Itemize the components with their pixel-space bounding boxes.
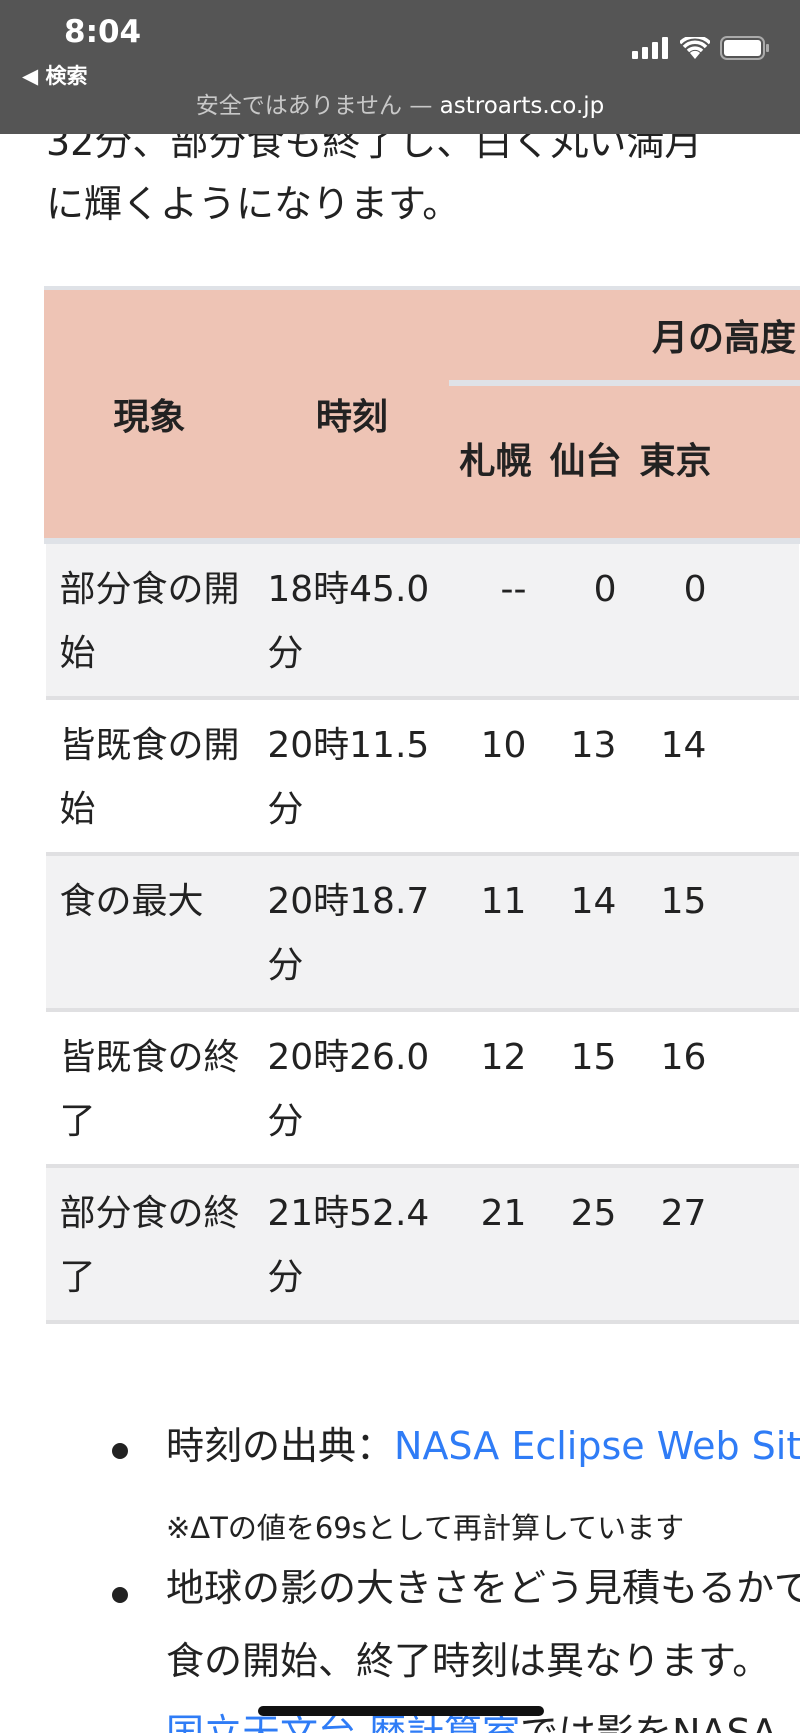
battery-icon (720, 36, 769, 60)
list-item-shadow-line1: 地球の影の大きさをどう見積もるかで (166, 1566, 800, 1610)
cell-more (720, 698, 798, 854)
cell-altitude: 25 (540, 1166, 631, 1322)
cell-altitude: 14 (540, 854, 631, 1010)
shadow-text: では影をNASA (520, 1711, 778, 1733)
list-item-shadow-line2: 食の開始、終了時刻は異なります。 (166, 1639, 771, 1683)
address-bar[interactable]: 安全ではありません — astroarts.co.jp (0, 86, 800, 120)
cell-more (720, 1010, 798, 1166)
cell-altitude: 27 (630, 1166, 721, 1322)
table-row: 部分食の終了 21時52.4分 21 25 27 (45, 1166, 799, 1322)
table-row: 皆既食の終了 20時26.0分 12 15 16 (45, 1010, 799, 1166)
page-content: 32分、部分食も終了し、白く丸い満月 に輝くようになります。 現象 時刻 月の高… (0, 0, 800, 1733)
cell-phenomenon: 部分食の終了 (45, 1166, 254, 1322)
cell-time: 21時52.4分 (253, 1166, 451, 1322)
cell-time: 20時18.7分 (253, 854, 451, 1010)
cell-altitude: 0 (540, 541, 631, 698)
cell-time: 18時45.0分 (253, 541, 451, 698)
cell-more (720, 1166, 799, 1322)
eclipse-table: 現象 時刻 月の高度 札幌 仙台 東京 部分食の開始 18時45.0分 -- 0 0 皆既… (44, 286, 800, 1324)
table-row: 皆既食の開始 20時11.5分 10 13 14 (45, 698, 799, 854)
cell-altitude: 21 (450, 1166, 541, 1322)
cell-phenomenon: 皆既食の開始 (59, 725, 240, 830)
cell-altitude: 0 (630, 541, 721, 698)
table-row: 部分食の開始 18時45.0分 -- 0 0 (45, 541, 799, 698)
article-text: に輝くようになります。 (46, 182, 461, 226)
cell-altitude: 12 (480, 1037, 527, 1078)
cell-altitude: 14 (660, 725, 707, 766)
cell-phenomenon: 食の最大 (45, 854, 254, 1010)
cell-more (720, 541, 799, 698)
cell-altitude: 10 (480, 725, 527, 766)
home-indicator[interactable] (258, 1706, 544, 1716)
header-city-sapporo: 札幌 (448, 380, 542, 543)
status-bar: 8:04 ◀ 検索 安全ではありません — astroarts.co.jp (0, 0, 800, 134)
cell-time: 20時26.0分 (267, 1037, 430, 1142)
header-time: 時刻 (251, 286, 452, 543)
cell-altitude: 15 (570, 1037, 617, 1078)
cell-phenomenon: 部分食の開始 (45, 541, 254, 698)
cell-more (720, 854, 799, 1010)
list-item-source: 時刻の出典：NASA Eclipse Web Site (166, 1415, 800, 1470)
clock: 8:04 (64, 14, 142, 50)
source-label: 時刻の出典： (166, 1424, 395, 1468)
cell-time: 20時11.5分 (267, 725, 430, 830)
header-city-more (718, 380, 800, 543)
header-phenomenon: 現象 (44, 286, 255, 543)
wifi-icon (680, 37, 710, 59)
signal-icon (632, 37, 668, 59)
header-moon-altitude: 月の高度 (448, 286, 800, 385)
cell-altitude: 16 (660, 1037, 707, 1078)
nasa-eclipse-link[interactable]: NASA Eclipse Web Site (394, 1424, 800, 1468)
cell-altitude: 11 (450, 854, 541, 1010)
cell-altitude: 13 (570, 725, 617, 766)
header-city-sendai: 仙台 (538, 380, 632, 543)
cell-phenomenon: 皆既食の終了 (59, 1037, 240, 1142)
delta-t-note: ※ΔTの値を69sとして再計算しています (166, 1511, 685, 1545)
bullet-icon (112, 1587, 128, 1603)
table-row: 食の最大 20時18.7分 11 14 15 (45, 854, 799, 1010)
cell-altitude: -- (450, 541, 541, 698)
security-warning: 安全ではありません — (195, 93, 440, 119)
domain: astroarts.co.jp (439, 93, 605, 119)
cell-altitude: 15 (630, 854, 721, 1010)
header-city-tokyo: 東京 (628, 380, 722, 543)
bullet-icon (112, 1443, 128, 1459)
